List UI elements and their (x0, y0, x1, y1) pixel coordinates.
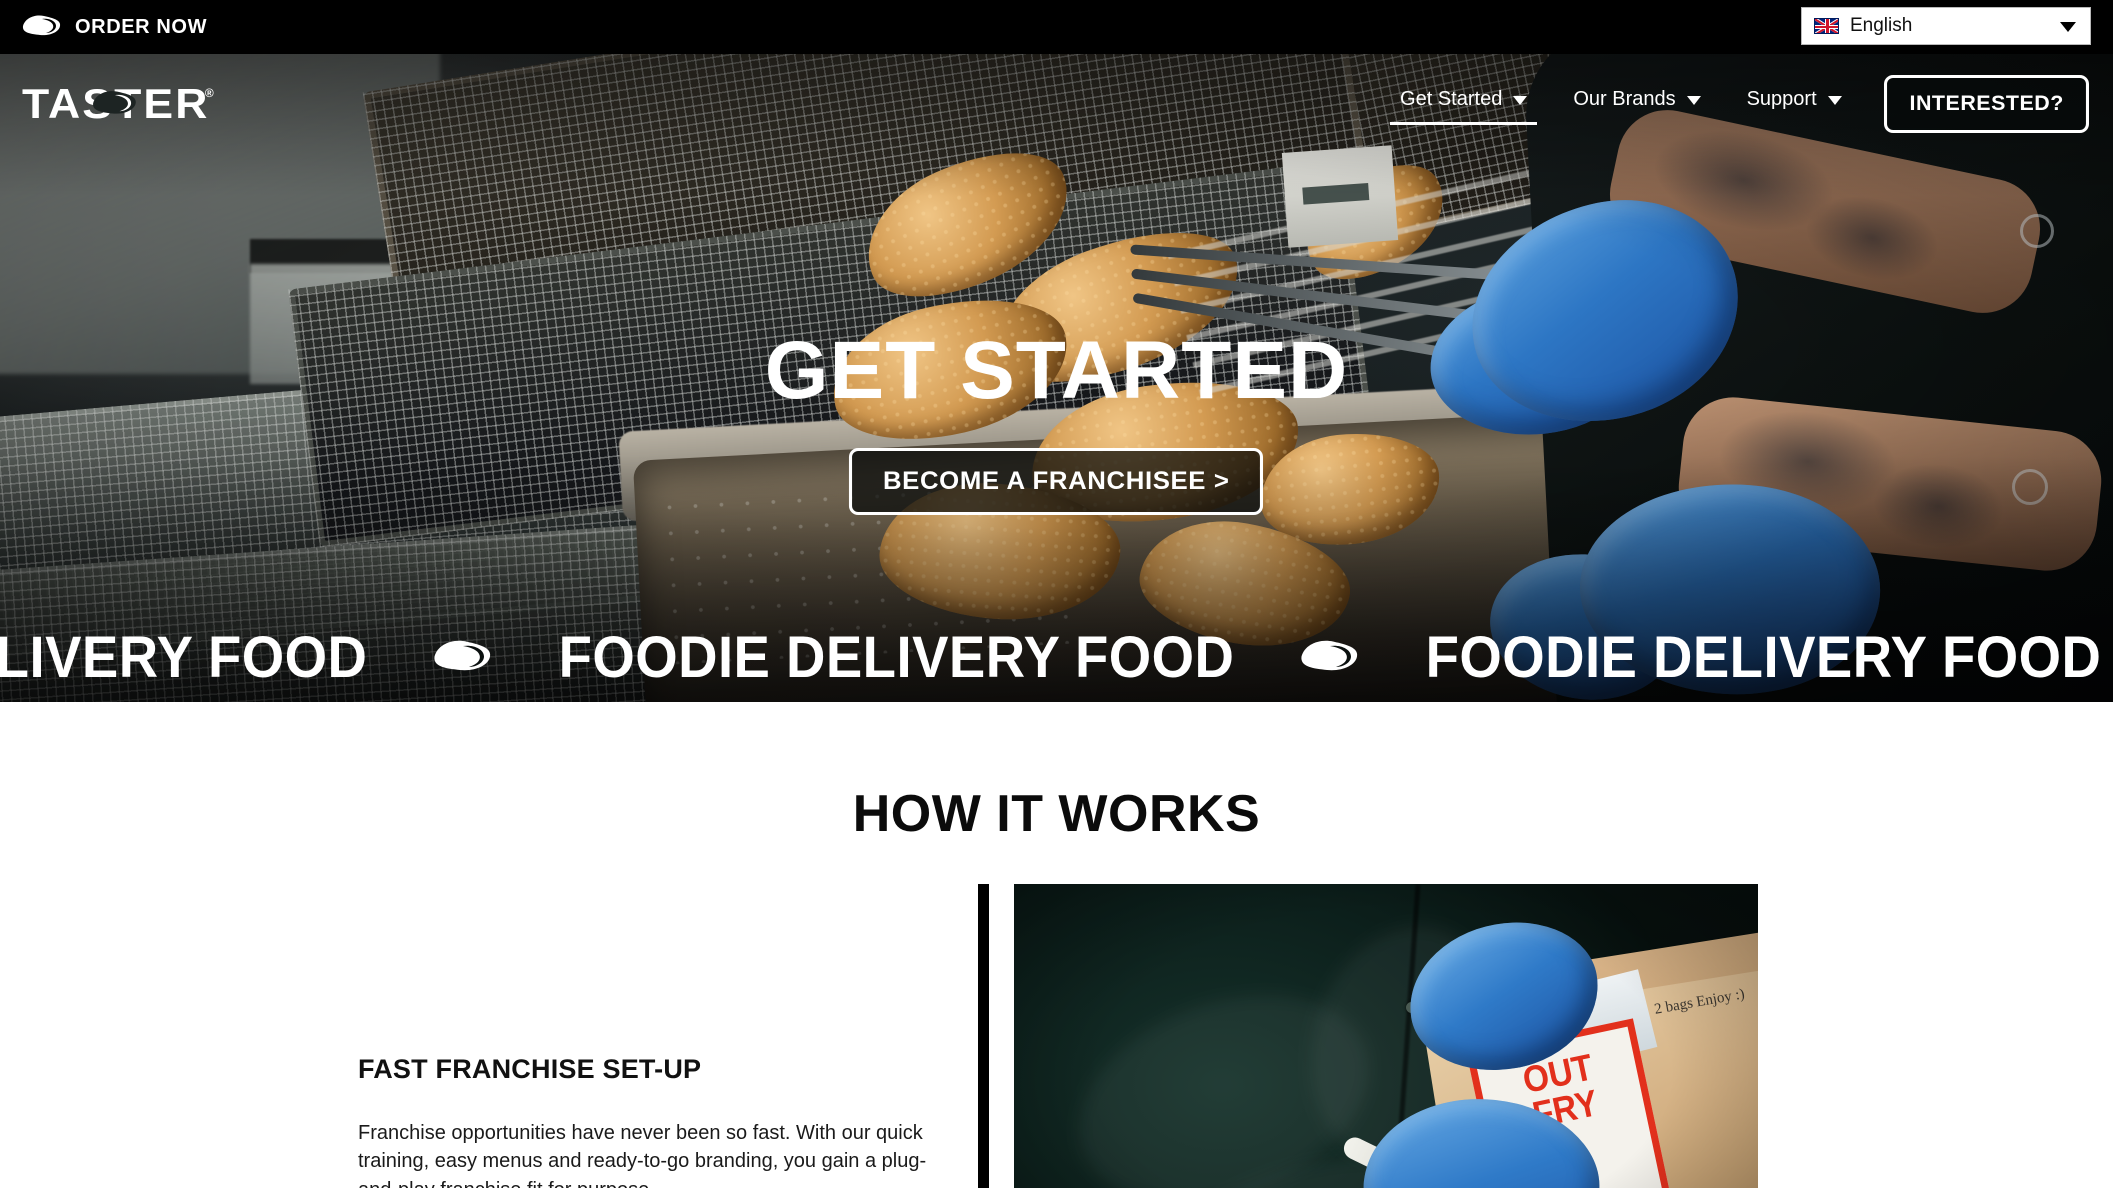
top-utility-bar: ORDER NOW English (0, 0, 2113, 54)
page-root: ORDER NOW English ® Get Started Our Bran… (0, 0, 2113, 1188)
bean-swoosh-icon (1300, 638, 1360, 677)
chevron-down-icon (1686, 96, 1701, 105)
bean-swoosh-icon (22, 14, 62, 41)
main-navigation: Get Started Our Brands Support INTERESTE… (1390, 75, 2090, 133)
hero-content: GET STARTED BECOME A FRANCHISEE > (0, 330, 2113, 515)
order-now-link[interactable]: ORDER NOW (22, 14, 207, 41)
nav-item-our-brands[interactable]: Our Brands (1571, 82, 1702, 127)
language-selector[interactable]: English (1801, 7, 2091, 45)
chevron-down-icon (2060, 22, 2076, 32)
interested-button[interactable]: INTERESTED? (1883, 75, 2090, 133)
nav-label: Our Brands (1573, 87, 1676, 110)
feature-body: Franchise opportunities have never been … (358, 1122, 927, 1188)
chevron-down-icon (1827, 96, 1842, 105)
feature-heading: FAST FRANCHISE SET-UP (358, 1054, 702, 1084)
how-it-works-text-column: FAST FRANCHISE SET-UP Franchise opportun… (0, 874, 1000, 1188)
language-label: English (1850, 15, 1913, 36)
bean-swoosh-icon (433, 638, 493, 677)
how-it-works-section: HOW IT WORKS FAST FRANCHISE SET-UP Franc… (0, 702, 2113, 1188)
nav-item-get-started[interactable]: Get Started (1390, 82, 1538, 127)
accent-bar (978, 884, 989, 1188)
nav-label: Support (1746, 87, 1817, 110)
become-a-franchisee-button[interactable]: BECOME A FRANCHISEE > (849, 448, 1264, 515)
order-now-label: ORDER NOW (75, 15, 208, 38)
site-header: TASTER ® Get Started Our Brands Support (0, 54, 2113, 154)
uk-flag-icon (1814, 18, 1839, 34)
marquee-track: FOODIE DELIVERY FOOD FOODIE DELIVERY FOO… (0, 624, 2113, 691)
nav-label: Get Started (1400, 87, 1503, 110)
section-title: HOW IT WORKS (852, 785, 1261, 843)
how-it-works-row: FAST FRANCHISE SET-UP Franchise opportun… (0, 874, 2113, 1188)
bean-swoosh-icon (92, 89, 138, 120)
taster-logo[interactable]: TASTER ® (22, 83, 214, 125)
chevron-down-icon (1513, 96, 1528, 105)
feature-image: OUT FRY #4 2 bags 2 bags Enjoy :) (1014, 884, 1758, 1188)
marquee-word: FOODIE DELIVERY FOOD (558, 624, 1235, 690)
marquee-word: FOODIE DELIVERY FOOD (1425, 624, 2102, 690)
hero-title: GET STARTED (764, 325, 1349, 416)
marquee-word: FOODIE DELIVERY FOOD (0, 624, 368, 690)
marquee-ticker: FOODIE DELIVERY FOOD FOODIE DELIVERY FOO… (0, 612, 2113, 702)
nav-item-support[interactable]: Support (1745, 82, 1844, 127)
